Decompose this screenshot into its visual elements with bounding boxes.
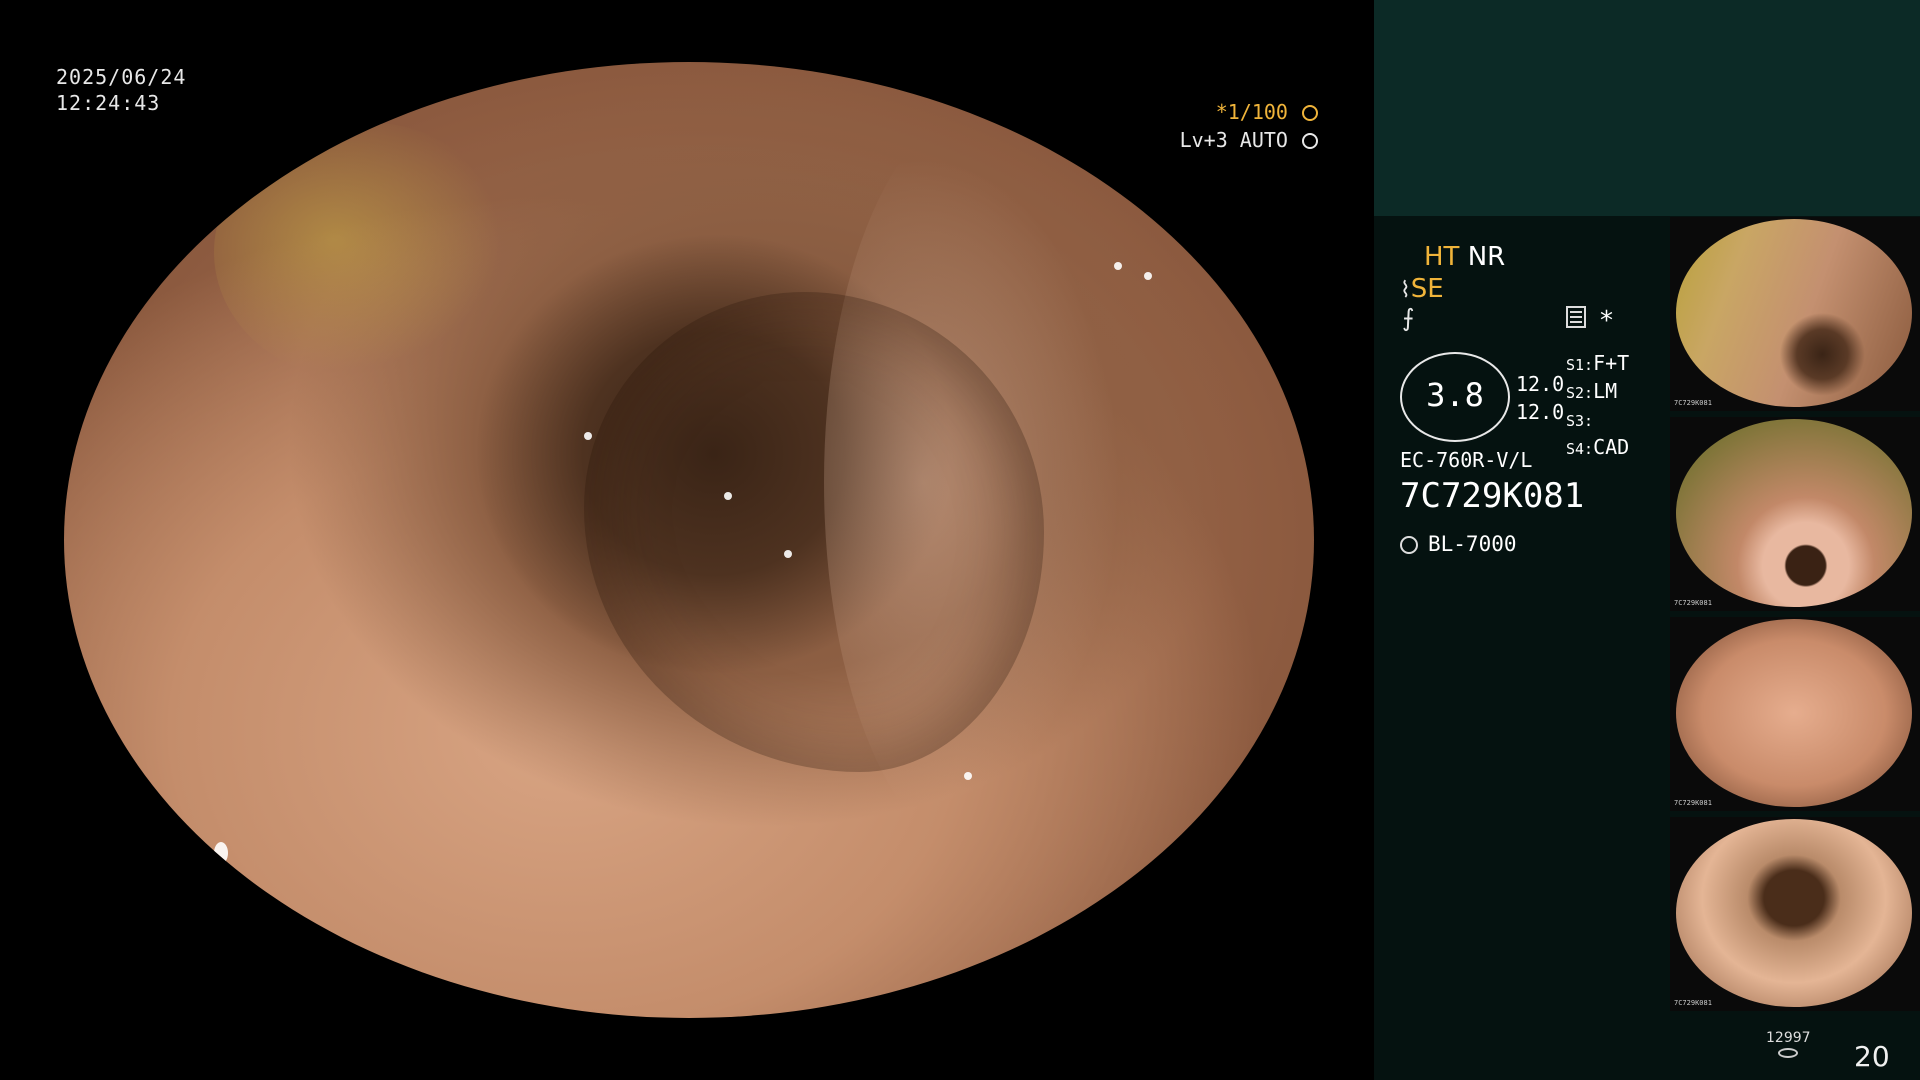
light-reflection xyxy=(964,772,972,780)
storage-counter: 12997 xyxy=(1766,1030,1811,1058)
pressure-values: 12.0 12.0 xyxy=(1516,370,1564,426)
scope-value: 3.8 xyxy=(1426,376,1484,414)
aperture-icon xyxy=(1302,105,1318,121)
asterisk-indicator: * xyxy=(1600,306,1613,336)
image-count: 20 xyxy=(1854,1040,1890,1073)
brightness-level: Lv+3 AUTO xyxy=(1179,128,1288,152)
value-top: 12.0 xyxy=(1516,372,1565,396)
light-reflection xyxy=(294,942,324,952)
endoscope-main-view xyxy=(64,62,1314,1018)
scope-model: EC-760R-V/L xyxy=(1400,448,1533,472)
thumbnail[interactable]: 7C729K081 xyxy=(1670,817,1920,1011)
light-reflection xyxy=(1114,262,1122,270)
se-row: ⌇SE xyxy=(1400,274,1444,304)
thumbnail[interactable]: 7C729K081 xyxy=(1670,417,1920,611)
mode-row: HT NR xyxy=(1424,242,1505,272)
switch-row: S2:LM xyxy=(1566,379,1618,403)
info-panel: HT NR ⌇SE ⨍ * 3.8 12.0 12.0 S1:F+T S2:LM… xyxy=(1374,0,1920,1080)
light-source: BL-7000 xyxy=(1400,532,1517,556)
thumbnail-strip: 7C729K081 7C729K081 7C729K081 7C729K081 xyxy=(1670,217,1920,1017)
lumen xyxy=(584,292,1044,772)
shutter-speed: *1/100 xyxy=(1215,100,1288,124)
value-bottom: 12.0 xyxy=(1516,400,1565,424)
datetime-overlay: 2025/06/24 12:24:43 xyxy=(56,64,186,116)
menu-icon xyxy=(1566,306,1586,328)
switch-assignments: S1:F+T S2:LM S3: S4:CAD xyxy=(1566,350,1629,462)
light-reflection xyxy=(724,492,732,500)
nr-label: NR xyxy=(1467,242,1506,272)
storage-count: 12997 xyxy=(1766,1030,1811,1046)
light-reflection xyxy=(1144,272,1152,280)
switch-row: S4:CAD xyxy=(1566,435,1630,459)
enhance-icon: ⨍ xyxy=(1402,304,1415,332)
disk-icon xyxy=(1778,1048,1799,1058)
thumbnail[interactable]: 7C729K081 xyxy=(1670,217,1920,411)
light-reflection xyxy=(784,550,792,558)
switch-row: S3: xyxy=(1566,412,1594,430)
debris-area xyxy=(214,122,514,382)
se-label: SE xyxy=(1410,274,1444,304)
switch-row: S1:F+T xyxy=(1566,351,1630,375)
scope-serial: 7C729K081 xyxy=(1400,476,1585,516)
exposure-overlay: *1/100 Lv+3 AUTO xyxy=(1180,98,1318,154)
target-icon xyxy=(1302,133,1318,149)
ht-label: HT xyxy=(1424,242,1460,272)
light-reflection xyxy=(214,842,228,864)
light-reflection xyxy=(584,432,592,440)
light-source-label: BL-7000 xyxy=(1428,532,1517,556)
thumbnail[interactable]: 7C729K081 xyxy=(1670,617,1920,811)
sun-icon xyxy=(1400,536,1418,554)
date-text: 2025/06/24 xyxy=(56,65,187,89)
panel-header xyxy=(1374,0,1920,216)
curve-icon: ⌇ xyxy=(1400,278,1411,303)
time-text: 12:24:43 xyxy=(56,91,161,115)
